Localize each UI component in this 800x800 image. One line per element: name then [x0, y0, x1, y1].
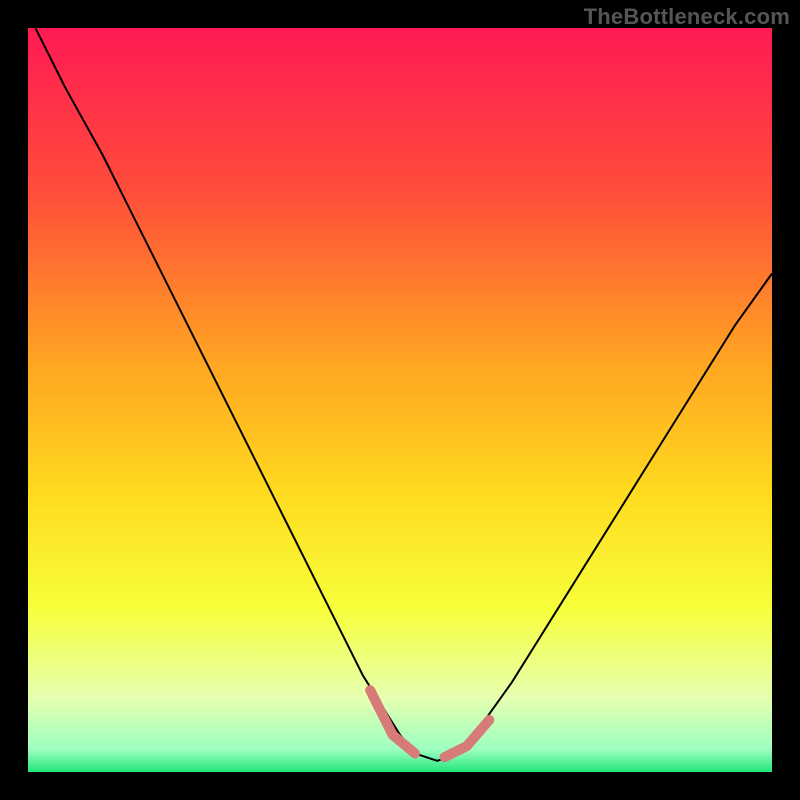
bottleneck-chart	[0, 0, 800, 800]
plot-background	[28, 28, 772, 772]
chart-stage: { "watermark": "TheBottleneck.com", "cha…	[0, 0, 800, 800]
watermark-text: TheBottleneck.com	[584, 4, 790, 30]
